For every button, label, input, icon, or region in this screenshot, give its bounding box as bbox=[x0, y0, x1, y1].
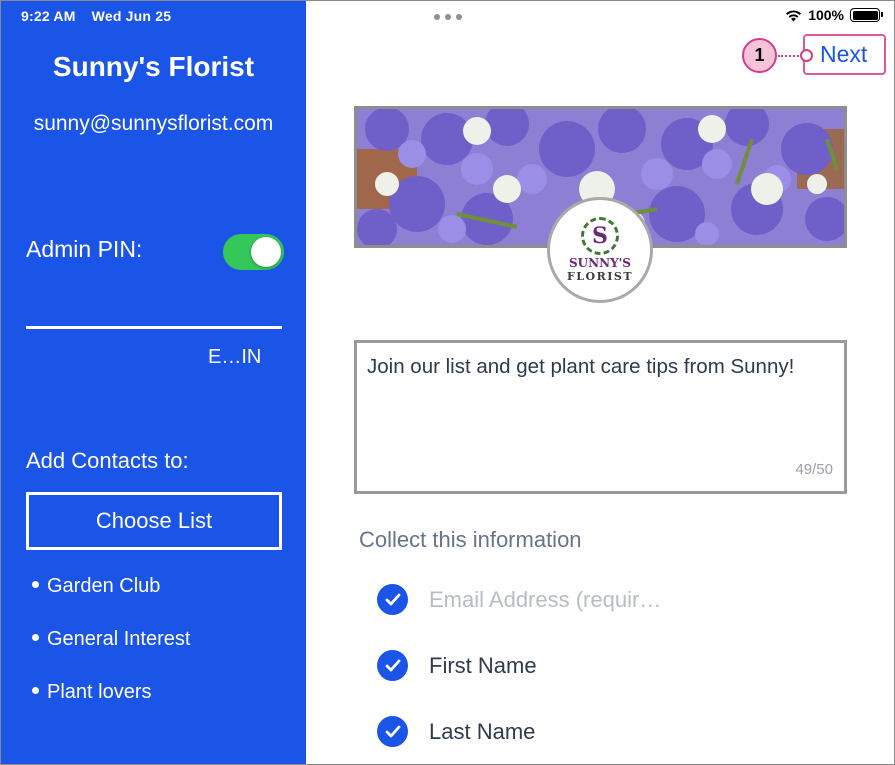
battery-percent: 100% bbox=[808, 7, 844, 23]
character-count: 49/50 bbox=[795, 461, 833, 478]
next-button[interactable]: Next bbox=[820, 41, 867, 68]
message-text: Join our list and get plant care tips fr… bbox=[367, 355, 795, 378]
field-row-first-name[interactable]: First Name bbox=[377, 650, 537, 681]
logo-monogram: S bbox=[592, 223, 608, 249]
list-item-label: Garden Club bbox=[47, 575, 161, 597]
sidebar: 9:22 AM Wed Jun 25 Sunny's Florist sunny… bbox=[1, 1, 306, 764]
edit-pin-button[interactable]: E…IN bbox=[208, 346, 261, 369]
list-item-general-interest: General Interest bbox=[32, 628, 190, 651]
checkmark-icon[interactable] bbox=[377, 716, 408, 747]
message-textarea[interactable]: Join our list and get plant care tips fr… bbox=[354, 340, 847, 494]
choose-list-button[interactable]: Choose List bbox=[26, 492, 282, 550]
pin-input-underline[interactable] bbox=[26, 326, 282, 329]
field-label: First Name bbox=[429, 652, 537, 678]
admin-pin-toggle[interactable] bbox=[223, 234, 284, 270]
checkmark-icon bbox=[377, 584, 408, 615]
logo-line-2: FLORIST bbox=[566, 270, 634, 283]
bullet-icon bbox=[32, 581, 39, 589]
collect-info-heading: Collect this information bbox=[359, 527, 582, 552]
list-item-label: General Interest bbox=[47, 628, 191, 650]
battery-icon bbox=[850, 8, 883, 22]
field-row-last-name[interactable]: Last Name bbox=[377, 716, 535, 747]
status-time: 9:22 AM bbox=[21, 8, 76, 24]
brand-logo[interactable]: S SUNNY'S FLORIST bbox=[547, 197, 653, 303]
app-window: 9:22 AM Wed Jun 25 Sunny's Florist sunny… bbox=[0, 0, 895, 765]
status-date: Wed Jun 25 bbox=[91, 8, 172, 24]
callout-badge: 1 bbox=[742, 38, 777, 73]
list-item-plant-lovers: Plant lovers bbox=[32, 681, 152, 704]
logo-wreath-icon: S bbox=[581, 217, 619, 255]
logo-line-1: SUNNY'S bbox=[569, 256, 631, 270]
add-contacts-label: Add Contacts to: bbox=[26, 448, 189, 473]
field-label: Last Name bbox=[429, 718, 536, 744]
list-item-garden-club: Garden Club bbox=[32, 575, 160, 598]
list-item-label: Plant lovers bbox=[47, 681, 152, 703]
field-row-email: Email Address (requir… bbox=[377, 584, 661, 615]
admin-pin-label: Admin PIN: bbox=[26, 236, 143, 262]
field-label: Email Address (requir… bbox=[429, 586, 662, 612]
store-name: Sunny's Florist bbox=[52, 51, 255, 82]
multitasking-dots-icon[interactable] bbox=[434, 14, 462, 20]
checkmark-icon[interactable] bbox=[377, 650, 408, 681]
bullet-icon bbox=[32, 634, 39, 642]
wifi-icon bbox=[786, 9, 802, 21]
bullet-icon bbox=[32, 687, 39, 695]
status-bar-right: 100% bbox=[785, 7, 883, 23]
store-email: sunny@sunnysflorist.com bbox=[33, 112, 274, 135]
choose-list-label: Choose List bbox=[95, 508, 213, 533]
callout-anchor-dot bbox=[800, 49, 813, 62]
toggle-knob bbox=[251, 237, 281, 267]
status-bar-left: 9:22 AM Wed Jun 25 bbox=[21, 8, 171, 24]
